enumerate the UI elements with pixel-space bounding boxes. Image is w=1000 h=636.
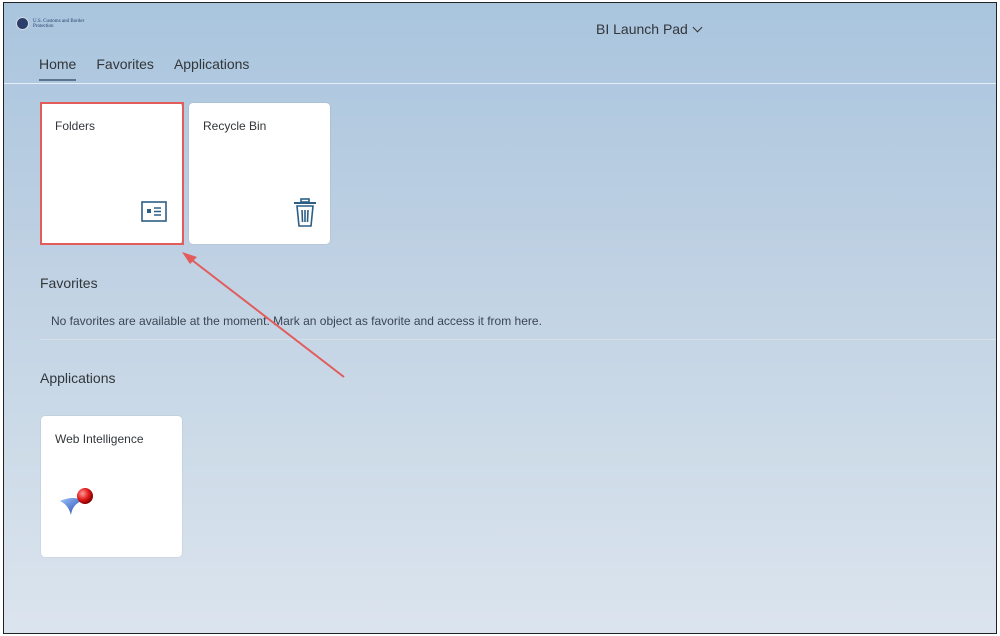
app-frame: U.S. Customs and Border Protection BI La… — [3, 2, 997, 634]
annotation-arrow — [182, 252, 345, 378]
